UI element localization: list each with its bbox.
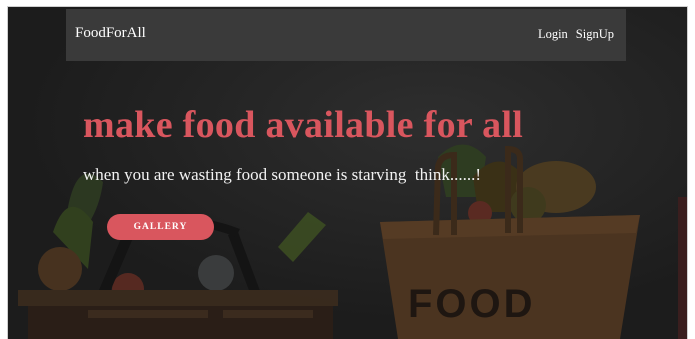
login-link[interactable]: Login	[538, 27, 568, 42]
gallery-button[interactable]: GALLERY	[107, 214, 214, 240]
brand-logo[interactable]: FoodForAll	[75, 25, 146, 42]
bag-label: FOOD	[408, 282, 536, 326]
hero-headline: make food available for all	[83, 104, 524, 146]
navbar: FoodForAll Login SignUp	[66, 9, 626, 61]
signup-link[interactable]: SignUp	[576, 27, 614, 42]
nav-links: Login SignUp	[538, 27, 614, 42]
hero-subline: when you are wasting food someone is sta…	[83, 165, 482, 184]
page-frame: FOOD FoodForAll Login SignUp make food a…	[8, 7, 687, 339]
